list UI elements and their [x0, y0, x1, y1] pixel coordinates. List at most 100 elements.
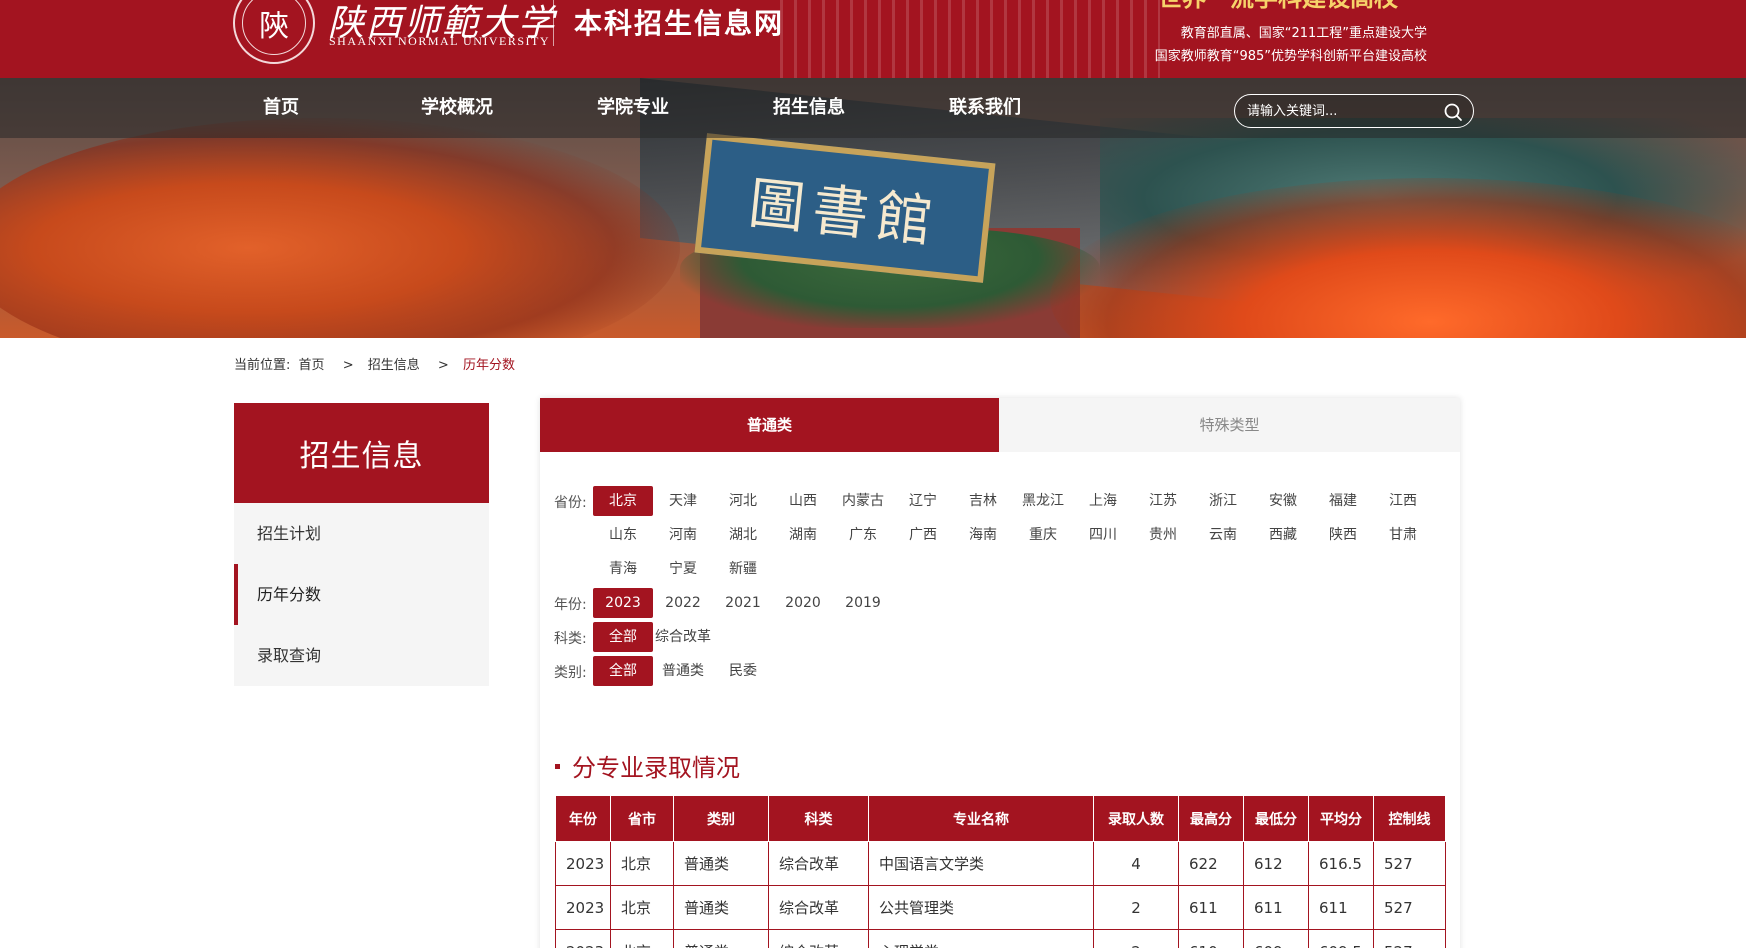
province-option[interactable]: 陕西 [1313, 520, 1373, 550]
table-cell: 609 [1243, 929, 1309, 948]
search-box [1234, 94, 1474, 128]
site-title: 本科招生信息网 [574, 7, 785, 40]
province-option[interactable]: 湖南 [773, 520, 833, 550]
province-option[interactable]: 福建 [1313, 486, 1373, 516]
table-cell: 普通类 [673, 929, 769, 948]
nav-item-about[interactable]: 学校概况 [421, 78, 493, 138]
breadcrumb-separator: > [437, 358, 449, 373]
year-option[interactable]: 2022 [653, 588, 713, 618]
province-option[interactable]: 宁夏 [653, 554, 713, 584]
province-option[interactable]: 重庆 [1013, 520, 1073, 550]
nav-item-admissions[interactable]: 招生信息 [773, 78, 845, 138]
university-seal-logo[interactable]: 陝 [233, 0, 315, 64]
province-option[interactable]: 甘肃 [1373, 520, 1433, 550]
table-header-cell: 省市 [610, 795, 674, 842]
table-cell: 2 [1093, 885, 1179, 930]
province-option[interactable]: 新疆 [713, 554, 773, 584]
breadcrumb-home[interactable]: 首页 [299, 358, 325, 373]
table-cell: 综合改革 [768, 929, 869, 948]
sidebar-title: 招生信息 [234, 403, 489, 503]
province-option[interactable]: 江苏 [1133, 486, 1193, 516]
province-option[interactable]: 河北 [713, 486, 773, 516]
province-option[interactable]: 湖北 [713, 520, 773, 550]
year-option[interactable]: 2020 [773, 588, 833, 618]
province-option[interactable]: 广西 [893, 520, 953, 550]
province-option[interactable]: 安徽 [1253, 486, 1313, 516]
province-option[interactable]: 海南 [953, 520, 1013, 550]
province-option[interactable]: 四川 [1073, 520, 1133, 550]
table-header-cell: 类别 [673, 795, 769, 842]
type-option[interactable]: 民委 [713, 656, 773, 686]
slogan-line-2: 国家教师教育“985”优势学科创新平台建设高校 [1154, 49, 1427, 64]
subject-option[interactable]: 全部 [593, 622, 653, 652]
province-option[interactable]: 浙江 [1193, 486, 1253, 516]
province-option[interactable]: 青海 [593, 554, 653, 584]
table-cell: 609.5 [1308, 929, 1374, 948]
province-option[interactable]: 云南 [1193, 520, 1253, 550]
seal-character: 陝 [242, 0, 306, 55]
table-header-cell: 录取人数 [1093, 795, 1179, 842]
table-header-cell: 控制线 [1373, 795, 1446, 842]
province-option[interactable]: 江西 [1373, 486, 1433, 516]
table-body: 2023 北京 普通类 综合改革 中国语言文学类 4 622 612 616.5 527 2023 北… [555, 841, 1446, 948]
table-header-row: 年份 省市 类别 科类 专业名称 录取人数 最高分 最低分 平均分 控制线 [555, 795, 1446, 842]
table-cell: 2023 [555, 841, 611, 886]
table-header-cell: 年份 [555, 795, 611, 842]
province-option[interactable]: 山西 [773, 486, 833, 516]
subject-label: 科类: [554, 631, 587, 647]
sidebar-item-scores[interactable]: 历年分数 [234, 564, 489, 625]
section-title: 分专业录取情况 [555, 748, 740, 783]
search-icon[interactable] [1443, 102, 1463, 122]
nav-item-colleges[interactable]: 学院专业 [597, 78, 669, 138]
province-option[interactable]: 广东 [833, 520, 893, 550]
sidebar-item-plan[interactable]: 招生计划 [234, 503, 489, 564]
nav-item-home[interactable]: 首页 [263, 78, 299, 138]
province-option[interactable]: 内蒙古 [833, 486, 893, 516]
table-cell: 527 [1373, 885, 1446, 930]
year-option[interactable]: 2019 [833, 588, 893, 618]
table-cell: 527 [1373, 929, 1446, 948]
province-option[interactable]: 北京 [593, 486, 653, 516]
table-cell: 611 [1178, 885, 1244, 930]
table-row: 2023北京普通类综合改革心理学类2610609609.5527 [555, 929, 1446, 948]
type-option[interactable]: 全部 [593, 656, 653, 686]
type-option[interactable]: 普通类 [653, 656, 713, 686]
province-option[interactable]: 上海 [1073, 486, 1133, 516]
table-cell: 616.5 [1308, 841, 1374, 886]
table-header-cell: 最高分 [1178, 795, 1244, 842]
province-option[interactable]: 山东 [593, 520, 653, 550]
tab-special[interactable]: 特殊类型 [999, 398, 1460, 452]
breadcrumb-admissions[interactable]: 招生信息 [368, 358, 420, 373]
year-label: 年份: [554, 597, 587, 613]
province-option[interactable]: 辽宁 [893, 486, 953, 516]
province-option[interactable]: 黑龙江 [1013, 486, 1073, 516]
breadcrumb-current: 历年分数 [462, 358, 515, 373]
table-cell: 北京 [610, 841, 674, 886]
subject-option[interactable]: 综合改革 [653, 622, 713, 652]
table-header-cell: 最低分 [1243, 795, 1309, 842]
section-bullet-icon [555, 763, 560, 769]
type-label: 类别: [554, 665, 587, 681]
table-header-cell: 专业名称 [868, 795, 1094, 842]
slogan-line-1: 教育部直属、国家“211工程”重点建设大学 [1180, 26, 1427, 41]
sidebar-item-query[interactable]: 录取查询 [234, 625, 489, 686]
breadcrumb: 当前位置: 首页 > 招生信息 > 历年分数 [234, 354, 519, 373]
year-option[interactable]: 2023 [593, 588, 653, 618]
table-cell: 普通类 [673, 885, 769, 930]
site-header: 陝 陕西师範大学 SHAANXI NORMAL UNIVERSITY 本科招生信… [0, 0, 1746, 78]
province-option[interactable]: 河南 [653, 520, 713, 550]
search-input[interactable] [1247, 95, 1437, 127]
province-option[interactable]: 吉林 [953, 486, 1013, 516]
table-cell: 527 [1373, 841, 1446, 886]
province-option[interactable]: 天津 [653, 486, 713, 516]
nav-item-contact[interactable]: 联系我们 [949, 78, 1021, 138]
table-cell: 622 [1178, 841, 1244, 886]
year-option[interactable]: 2021 [713, 588, 773, 618]
province-option[interactable]: 贵州 [1133, 520, 1193, 550]
province-option[interactable]: 西藏 [1253, 520, 1313, 550]
table-cell: 611 [1308, 885, 1374, 930]
main-nav: 首页 学校概况 学院专业 招生信息 联系我们 [0, 78, 1746, 138]
table-cell: 综合改革 [768, 841, 869, 886]
tab-general[interactable]: 普通类 [540, 398, 999, 452]
table-cell: 公共管理类 [868, 885, 1094, 930]
